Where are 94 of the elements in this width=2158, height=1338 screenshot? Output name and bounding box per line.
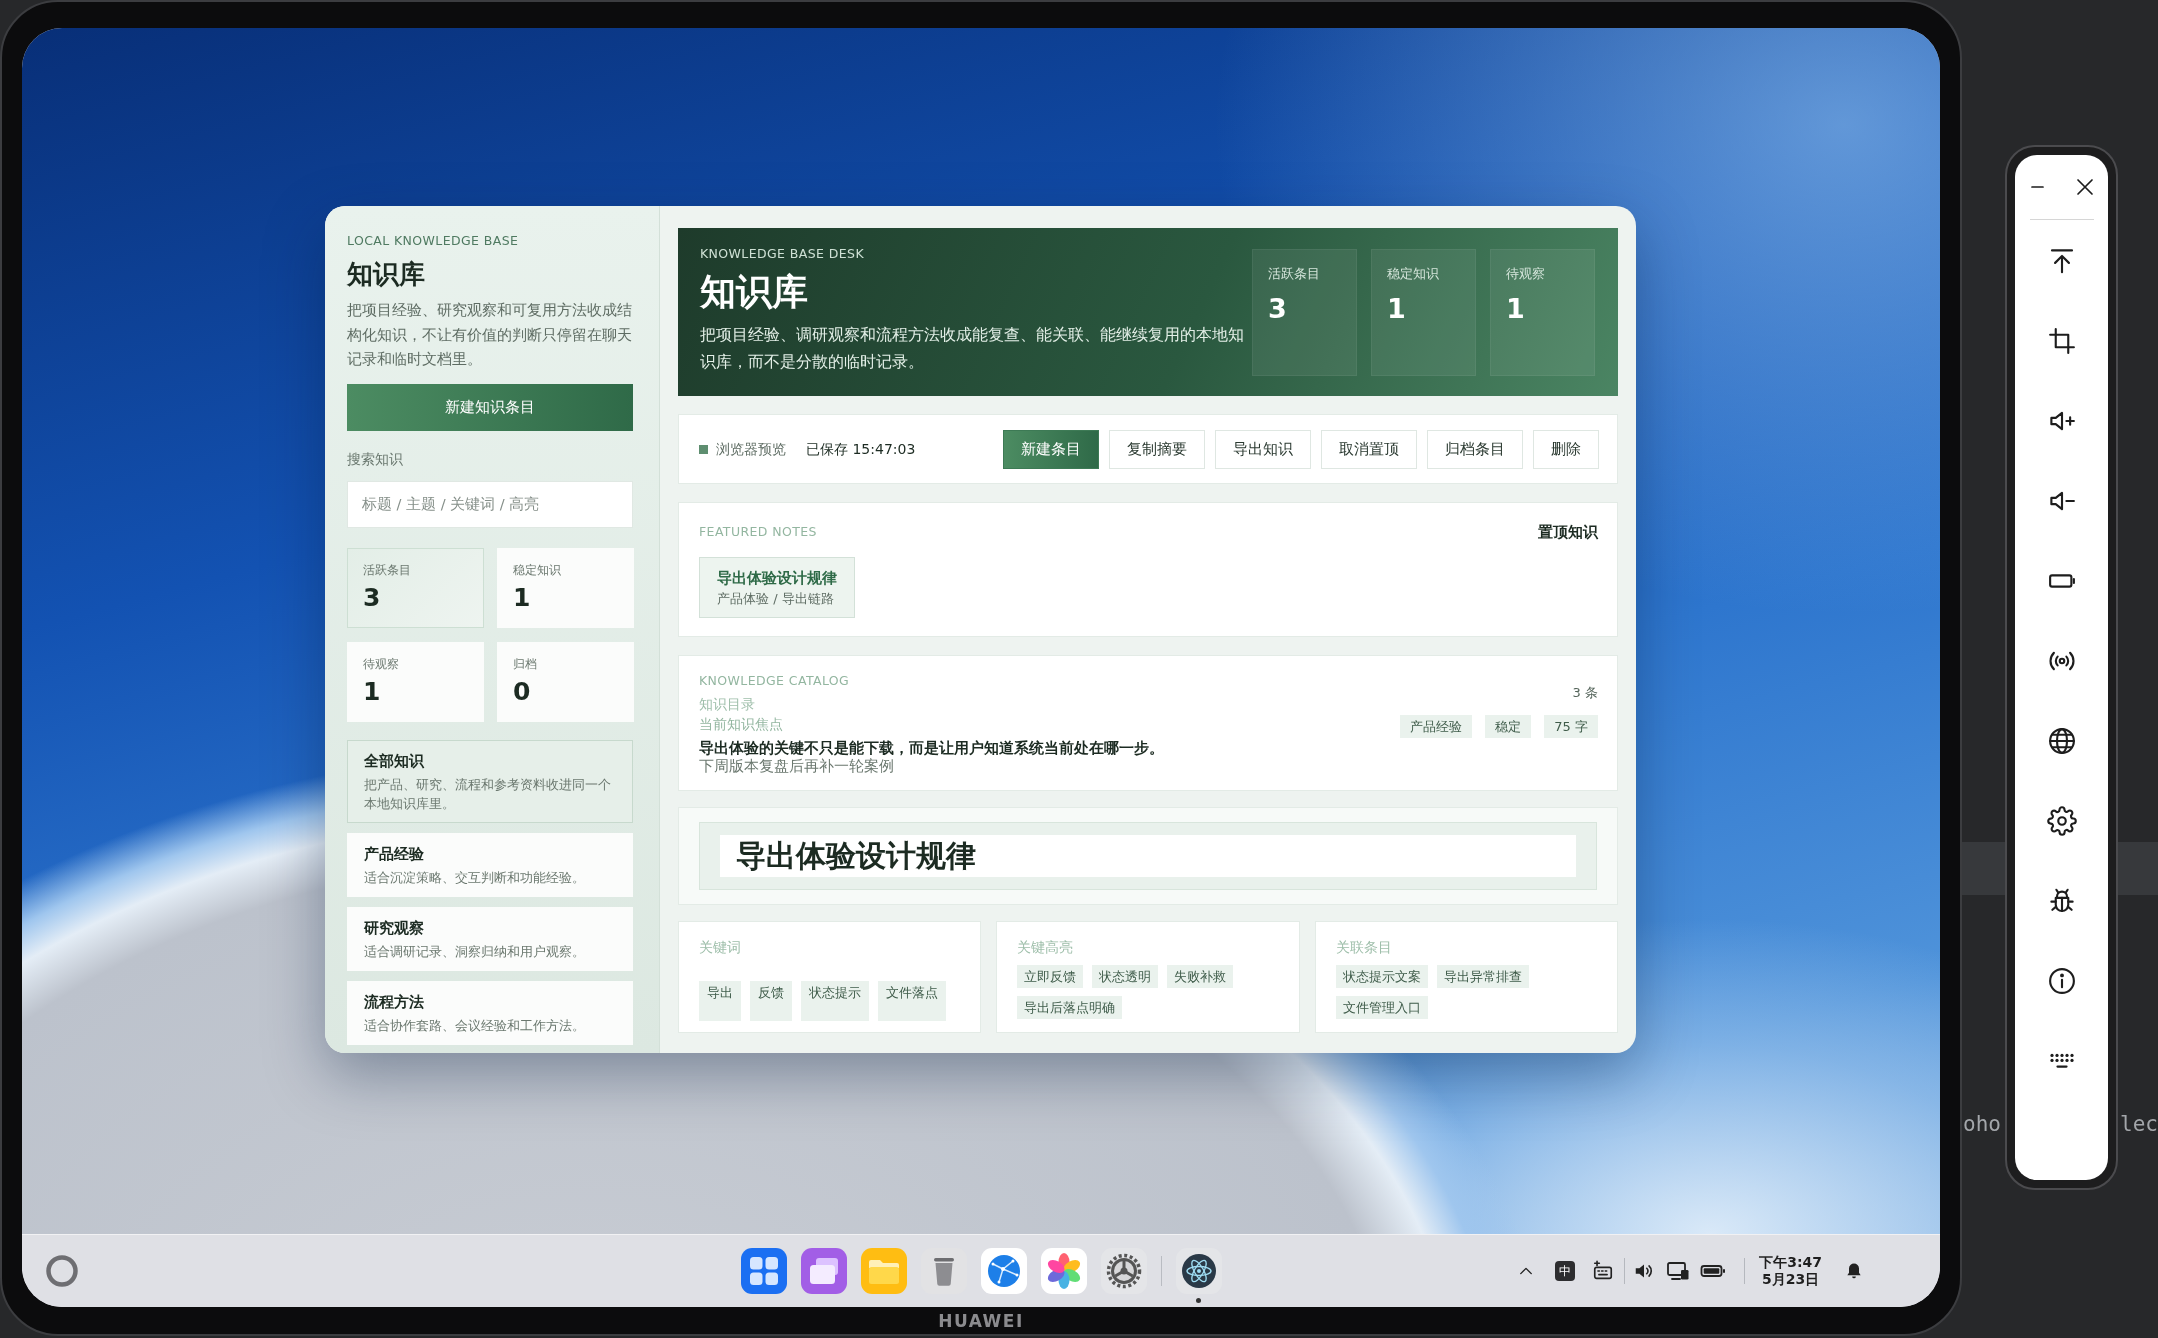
stat-value: 3 bbox=[1268, 291, 1288, 326]
stat-value: 1 bbox=[513, 581, 532, 614]
keyword-tag: 反馈 bbox=[750, 981, 792, 1021]
header-eyebrow: KNOWLEDGE BASE DESK bbox=[700, 246, 865, 262]
status-label: 浏览器预览 bbox=[716, 440, 786, 459]
stat-value: 3 bbox=[363, 581, 382, 614]
highlight-tag: 导出后落点明确 bbox=[1017, 996, 1123, 1019]
sidebar-title: 知识库 bbox=[347, 258, 426, 291]
stat-label: 活跃条目 bbox=[1268, 265, 1321, 282]
stat-value: 1 bbox=[1387, 291, 1407, 326]
clock-date: 5月23日 bbox=[1761, 1271, 1820, 1288]
category-description: 把产品、研究、流程和参考资料收进同一个本地知识库里。 bbox=[364, 775, 612, 813]
stat-label: 待观察 bbox=[363, 655, 400, 672]
toolbar-button[interactable]: 删除 bbox=[1533, 429, 1599, 469]
category-description: 适合调研记录、洞察归纳和用户观察。 bbox=[364, 942, 586, 961]
category-description: 适合沉淀策略、交互判断和功能经验。 bbox=[364, 868, 586, 887]
stat-tile[interactable]: 待观察 1 bbox=[347, 641, 484, 722]
clock-time: 下午3:47 bbox=[1759, 1254, 1822, 1271]
category-title: 流程方法 bbox=[364, 991, 425, 1013]
section-eyebrow: FEATURED NOTES bbox=[699, 524, 817, 540]
note-title: 导出体验设计规律 bbox=[717, 568, 837, 589]
category-item[interactable]: 产品经验 适合沉淀策略、交互判断和功能经验。 bbox=[347, 832, 633, 897]
status-indicator-icon bbox=[699, 444, 708, 454]
info-icon[interactable] bbox=[2046, 966, 2077, 996]
toolbar-button[interactable]: 复制摘要 bbox=[1109, 429, 1205, 469]
related-entry-tag[interactable]: 文件管理入口 bbox=[1335, 996, 1428, 1019]
stat-label: 待观察 bbox=[1506, 265, 1546, 282]
search-label: 搜索知识 bbox=[347, 449, 404, 469]
card-title: 关键高亮 bbox=[1017, 938, 1075, 956]
stat-value: 1 bbox=[363, 675, 382, 708]
crop-icon[interactable] bbox=[2046, 326, 2077, 356]
entry-tag: 产品经验 bbox=[1400, 715, 1473, 738]
section-eyebrow: KNOWLEDGE CATALOG bbox=[699, 673, 850, 689]
stat-label: 稳定知识 bbox=[1387, 265, 1440, 282]
toolbar-button[interactable]: 导出知识 bbox=[1215, 429, 1311, 469]
toolbar-button[interactable]: 新建条目 bbox=[1003, 429, 1099, 469]
flower-icon[interactable] bbox=[1040, 1248, 1087, 1294]
code-text: oho bbox=[1963, 1111, 2001, 1138]
category-item[interactable]: 研究观察 适合调研记录、洞察归纳和用户观察。 bbox=[347, 906, 633, 971]
search-field[interactable]: 标题 / 主题 / 关键词 / 高亮 bbox=[347, 480, 633, 528]
category-title: 研究观察 bbox=[364, 917, 425, 939]
code-text: lec bbox=[2120, 1111, 2158, 1138]
toolbar-button[interactable]: 归档条目 bbox=[1427, 429, 1523, 469]
focus-label: 当前知识焦点 bbox=[699, 715, 784, 733]
entry-tag: 稳定 bbox=[1485, 715, 1532, 738]
display-icon[interactable] bbox=[1666, 1259, 1691, 1283]
network-globe-icon[interactable] bbox=[980, 1248, 1027, 1294]
preview-title: 导出体验设计规律 bbox=[736, 837, 977, 875]
note-meta: 产品体验 / 导出链路 bbox=[717, 590, 835, 608]
focus-summary: 导出体验的关键不只是能下载，而是让用户知道系统当前处在哪一步。 bbox=[699, 739, 1164, 757]
category-item[interactable]: 流程方法 适合协作套路、会议经验和工作方法。 bbox=[347, 980, 633, 1045]
toolbar-button[interactable]: 取消置顶 bbox=[1321, 429, 1417, 469]
highlight-tag: 立即反馈 bbox=[1017, 965, 1084, 988]
header-description: 把项目经验、调研观察和流程方法收成能复查、能关联、能继续复用的本地知识库，而不是分散的临时记录。 bbox=[700, 325, 1245, 373]
item-count: 3 条 bbox=[1572, 684, 1598, 702]
highlight-tag: 状态透明 bbox=[1092, 965, 1159, 988]
new-entry-button[interactable]: 新建知识条目 bbox=[347, 383, 633, 431]
keyword-tag: 文件落点 bbox=[878, 981, 946, 1021]
catalog-title: 知识目录 bbox=[699, 695, 756, 713]
stat-label: 活跃条目 bbox=[363, 561, 412, 578]
category-title: 全部知识 bbox=[364, 750, 425, 772]
entry-tag: 75 字 bbox=[1544, 715, 1598, 738]
stat-label: 归档 bbox=[513, 655, 538, 672]
highlight-tag: 失败补救 bbox=[1167, 965, 1234, 988]
related-entry-tag[interactable]: 导出异常排查 bbox=[1436, 965, 1529, 988]
stat-tile[interactable]: 活跃条目 3 bbox=[347, 547, 484, 628]
category-title: 产品经验 bbox=[364, 843, 425, 865]
keyword-tag: 导出 bbox=[699, 981, 741, 1021]
stat-label: 稳定知识 bbox=[513, 561, 562, 578]
stat-tile[interactable]: 归档 0 bbox=[497, 641, 634, 722]
sidebar-description: 把项目经验、研究观察和可复用方法收成结构化知识，不让有价值的判断只停留在聊天记录和临时文档里。 bbox=[347, 301, 633, 369]
stat-value: 1 bbox=[1506, 291, 1526, 326]
keyboard-icon[interactable] bbox=[1592, 1260, 1615, 1282]
eyebrow-label: LOCAL KNOWLEDGE BASE bbox=[347, 233, 520, 249]
section-heading: 置顶知识 bbox=[1538, 523, 1598, 542]
stacked-windows-icon[interactable] bbox=[800, 1248, 847, 1294]
keyword-tag: 状态提示 bbox=[801, 981, 869, 1021]
settings-icon[interactable] bbox=[2046, 806, 2077, 836]
home-ring-icon[interactable] bbox=[45, 1254, 79, 1288]
card-title: 关键词 bbox=[699, 938, 742, 956]
category-item[interactable]: 全部知识 把产品、研究、流程和参考资料收进同一个本地知识库里。 bbox=[347, 739, 633, 823]
saved-status: 已保存 15:47:03 bbox=[806, 440, 916, 459]
stat-value: 0 bbox=[513, 675, 532, 708]
category-description: 适合协作套路、会议经验和工作方法。 bbox=[364, 1016, 586, 1035]
stat-tile[interactable]: 稳定知识 1 bbox=[497, 547, 634, 628]
app-grid-icon[interactable] bbox=[740, 1248, 787, 1294]
device-brand-label: HUAWEI bbox=[938, 1310, 1024, 1331]
card-title: 关联条目 bbox=[1335, 938, 1393, 956]
featured-note-card[interactable]: 导出体验设计规律 产品体验 / 导出链路 bbox=[699, 557, 855, 618]
input-method-indicator[interactable]: 中 bbox=[1555, 1261, 1576, 1281]
related-entry-tag[interactable]: 状态提示文案 bbox=[1335, 965, 1428, 988]
globe-icon[interactable] bbox=[2046, 726, 2077, 756]
header-title: 知识库 bbox=[700, 270, 809, 314]
focus-note: 下周版本复盘后再补一轮案例 bbox=[699, 757, 895, 775]
